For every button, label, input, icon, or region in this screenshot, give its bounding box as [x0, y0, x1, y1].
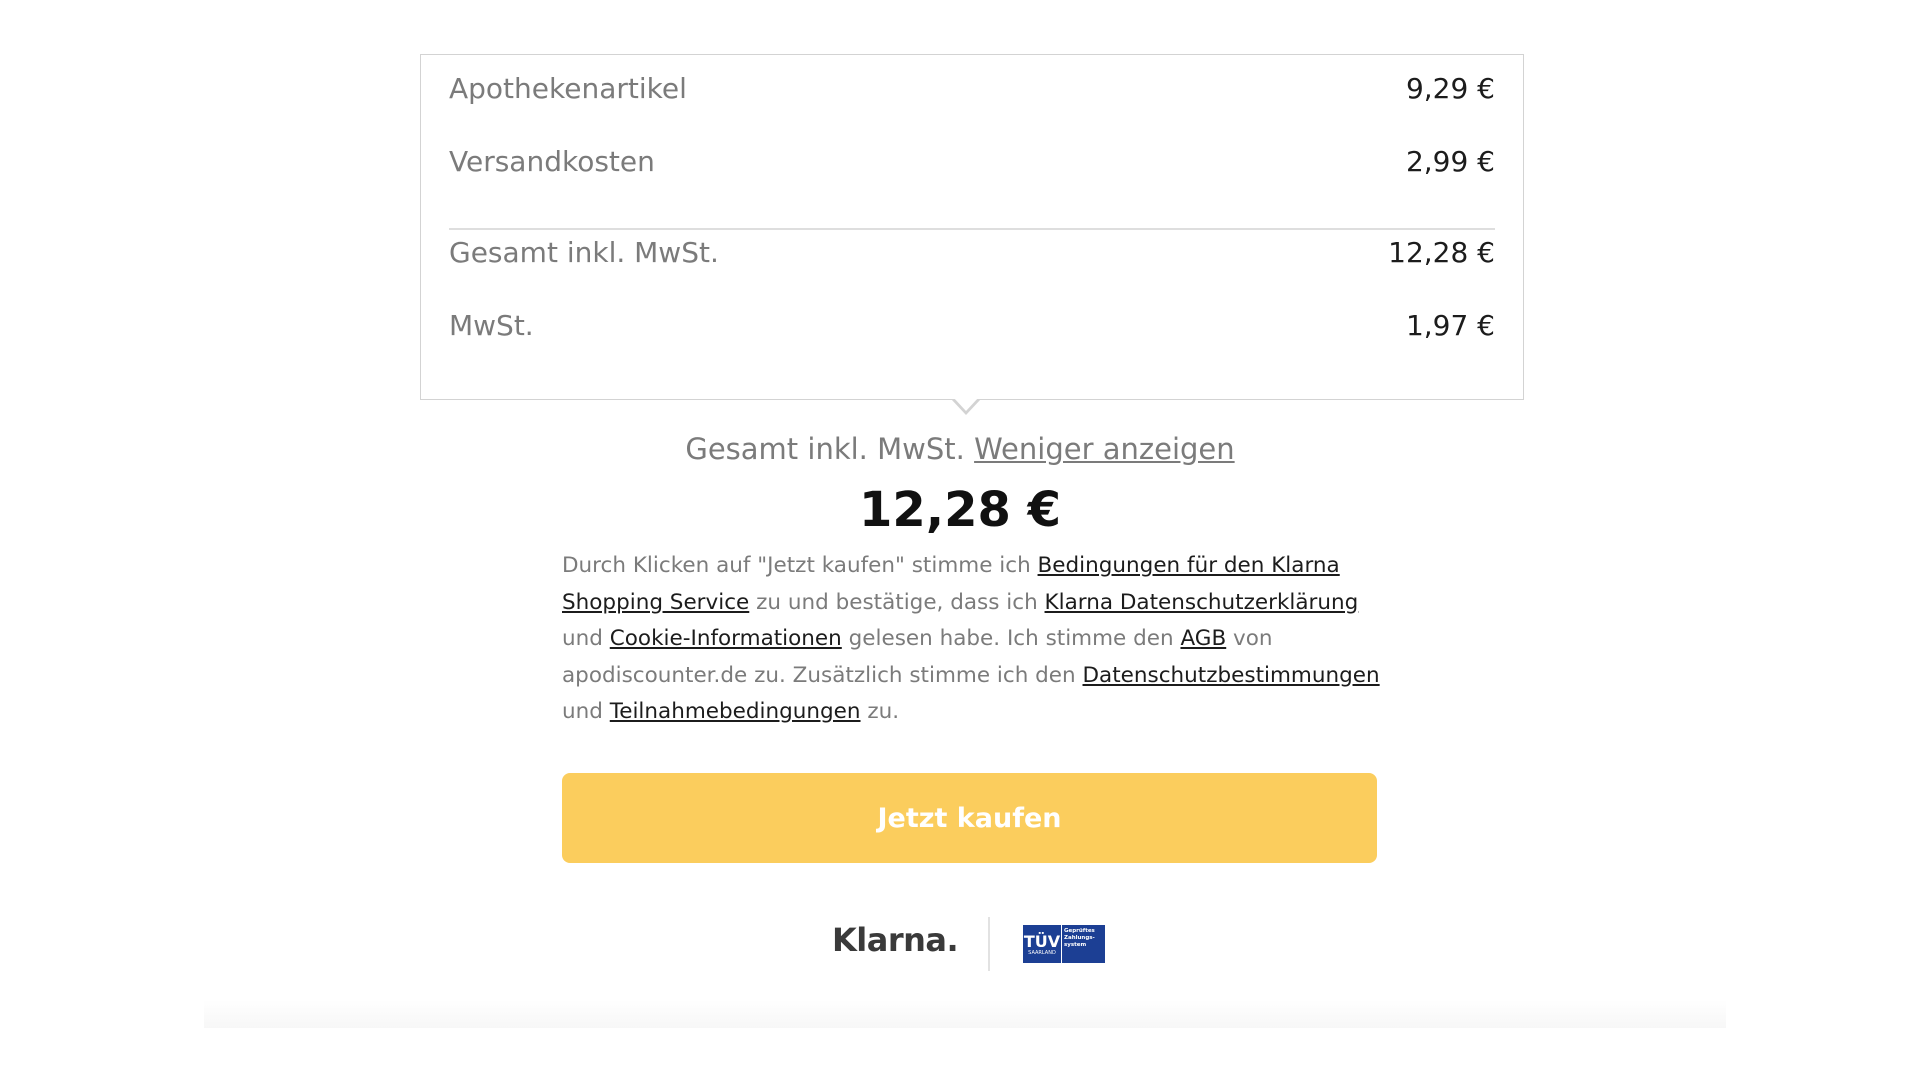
summary-label-vat: MwSt.	[449, 308, 534, 342]
legal-text-part: zu und bestätige, dass ich	[749, 589, 1045, 615]
tuv-seal-text: Geprüftes Zahlungs-system	[1064, 928, 1095, 948]
summary-value-vat: 1,97 €	[1405, 308, 1495, 342]
logo-divider	[988, 917, 990, 971]
summary-divider	[449, 228, 1495, 230]
order-summary-box: Apothekenartikel 9,29 € Versandkosten 2,…	[420, 54, 1524, 400]
legal-text-part: und	[562, 626, 610, 651]
show-less-link[interactable]: Weniger anzeigen	[974, 432, 1235, 466]
legal-text-part: und	[562, 699, 610, 724]
klarna-privacy-link[interactable]: Klarna Datenschutzerklärung	[1045, 590, 1359, 615]
summary-row-vat: MwSt. 1,97 €	[449, 305, 1495, 345]
data-protection-link[interactable]: Datenschutzbestimmungen	[1083, 663, 1380, 688]
summary-value-shipping: 2,99 €	[1405, 144, 1495, 178]
total-label: Gesamt inkl. MwSt.	[685, 432, 965, 466]
tuv-saarland-seal-icon: TÜV SAARLAND Geprüftes Zahlungs-system	[1023, 925, 1105, 963]
legal-text-part: Durch Klicken auf "Jetzt kaufen" stimme …	[562, 553, 1038, 578]
klarna-logo: Klarna.	[832, 921, 959, 959]
participation-terms-link[interactable]: Teilnahmebedingungen	[610, 699, 861, 724]
summary-row-items: Apothekenartikel 9,29 €	[449, 68, 1495, 108]
summary-label-items: Apothekenartikel	[449, 71, 687, 105]
summary-value-items: 9,29 €	[1405, 71, 1495, 105]
agb-link[interactable]: AGB	[1180, 626, 1226, 651]
buy-now-button[interactable]: Jetzt kaufen	[562, 773, 1377, 863]
summary-row-total: Gesamt inkl. MwSt. 12,28 €	[449, 232, 1495, 272]
legal-text-part: zu.	[860, 699, 900, 724]
tuv-name: TÜV	[1023, 931, 1061, 951]
footer-band	[204, 1000, 1726, 1028]
summary-row-shipping: Versandkosten 2,99 €	[449, 141, 1495, 181]
legal-text-part: gelesen habe. Ich stimme den	[841, 626, 1181, 651]
total-amount: 12,28 €	[859, 482, 1061, 538]
trust-logos: Klarna. TÜV SAARLAND Geprüftes Zahlungs-…	[0, 915, 1920, 971]
total-header: Gesamt inkl. MwSt. Weniger anzeigen	[0, 432, 1920, 466]
summary-value-total: 12,28 €	[1388, 235, 1495, 269]
summary-label-total: Gesamt inkl. MwSt.	[449, 235, 719, 269]
summary-pointer-caret	[951, 397, 981, 415]
legal-consent-text: Durch Klicken auf "Jetzt kaufen" stimme …	[562, 548, 1392, 731]
tuv-region: SAARLAND	[1028, 949, 1056, 956]
cookie-info-link[interactable]: Cookie-Informationen	[610, 626, 842, 651]
summary-label-shipping: Versandkosten	[449, 144, 655, 178]
